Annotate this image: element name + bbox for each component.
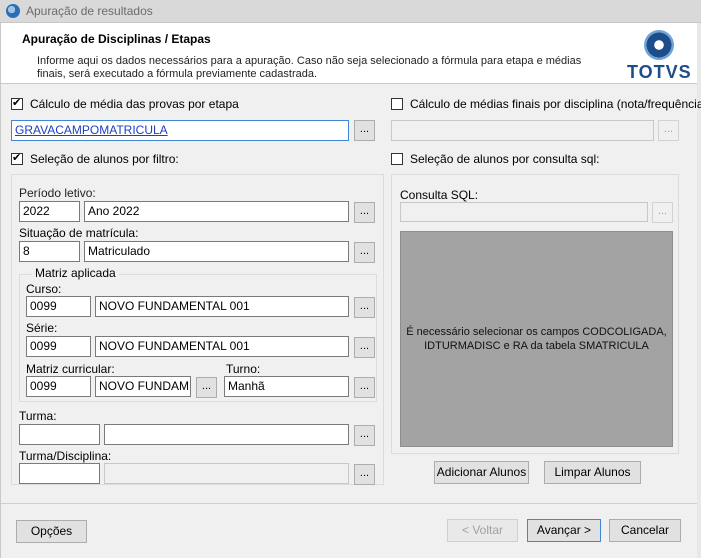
formula-final-lookup-button: ... [658, 120, 679, 141]
voltar-button: < Voltar [447, 519, 518, 542]
turma-disciplina-code-field[interactable] [19, 463, 100, 484]
selecao-sql-checkbox[interactable] [391, 153, 403, 165]
turma-disciplina-lookup-button[interactable]: ... [354, 464, 375, 485]
periodo-code-field[interactable]: 2022 [19, 201, 80, 222]
avancar-button[interactable]: Avançar > [527, 519, 601, 542]
serie-label: Série: [26, 321, 58, 335]
consulta-sql-lookup-button: ... [652, 202, 673, 223]
calc-media-provas-checkbox[interactable] [11, 96, 23, 110]
curso-lookup-button[interactable]: ... [354, 297, 375, 318]
page-title: Apuração de Disciplinas / Etapas [22, 32, 211, 46]
calc-medias-finais-checkbox[interactable] [391, 98, 403, 110]
turma-desc-field[interactable] [104, 424, 349, 445]
turno-label: Turno: [226, 362, 261, 376]
turma-label: Turma: [19, 409, 57, 423]
matriz-curricular-label: Matriz curricular: [26, 362, 115, 376]
turma-disciplina-desc-field [104, 463, 349, 484]
limpar-alunos-button[interactable]: Limpar Alunos [544, 461, 641, 484]
periodo-desc-field[interactable]: Ano 2022 [84, 201, 349, 222]
cancelar-button[interactable]: Cancelar [609, 519, 681, 542]
selecao-filtro-checkbox[interactable] [11, 151, 23, 165]
opcoes-button[interactable]: Opções [16, 520, 87, 543]
totvs-logo-icon [644, 30, 674, 60]
situacao-label: Situação de matrícula: [19, 226, 139, 240]
totvs-logo-text: TOTVS [627, 62, 692, 82]
matriz-curricular-lookup-button[interactable]: ... [196, 377, 217, 398]
formula-etapa-lookup-button[interactable]: ... [354, 120, 375, 141]
app-icon [6, 4, 20, 18]
calc-medias-finais-label: Cálculo de médias finais por disciplina … [410, 97, 701, 111]
serie-desc-field[interactable]: NOVO FUNDAMENTAL 001 [95, 336, 349, 357]
selecao-filtro-label: Seleção de alunos por filtro: [30, 152, 179, 166]
situacao-lookup-button[interactable]: ... [354, 242, 375, 263]
adicionar-alunos-button[interactable]: Adicionar Alunos [434, 461, 529, 484]
turno-field[interactable]: Manhã [224, 376, 349, 397]
periodo-label: Período letivo: [19, 186, 96, 200]
turma-disciplina-label: Turma/Disciplina: [19, 449, 112, 463]
calc-media-provas-label: Cálculo de média das provas por etapa [30, 97, 239, 111]
page-description: Informe aqui os dados necessários para a… [37, 55, 582, 80]
turma-lookup-button[interactable]: ... [354, 425, 375, 446]
situacao-code-field[interactable]: 8 [19, 241, 80, 262]
selecao-sql-label: Seleção de alunos por consulta sql: [410, 152, 600, 166]
serie-code-field[interactable]: 0099 [26, 336, 91, 357]
periodo-lookup-button[interactable]: ... [354, 202, 375, 223]
curso-desc-field[interactable]: NOVO FUNDAMENTAL 001 [95, 296, 349, 317]
turma-code-field[interactable] [19, 424, 100, 445]
matriz-aplicada-legend: Matriz aplicada [32, 266, 119, 280]
footer-divider [1, 503, 697, 504]
situacao-desc-field[interactable]: Matriculado [84, 241, 349, 262]
curso-code-field[interactable]: 0099 [26, 296, 91, 317]
matriz-curricular-desc-field[interactable]: NOVO FUNDAMEN [95, 376, 191, 397]
consulta-sql-field [400, 202, 648, 222]
turno-lookup-button[interactable]: ... [354, 377, 375, 398]
formula-final-field [391, 120, 654, 141]
sql-required-fields-message: É necessário selecionar os campos CODCOL… [406, 326, 667, 352]
title-bar: Apuração de resultados [0, 0, 701, 23]
matriz-curricular-code-field[interactable]: 0099 [26, 376, 91, 397]
consulta-sql-label: Consulta SQL: [400, 188, 479, 202]
formula-etapa-field[interactable]: GRAVACAMPOMATRICULA [11, 120, 349, 141]
serie-lookup-button[interactable]: ... [354, 337, 375, 358]
window-title: Apuração de resultados [26, 4, 153, 18]
curso-label: Curso: [26, 282, 62, 296]
